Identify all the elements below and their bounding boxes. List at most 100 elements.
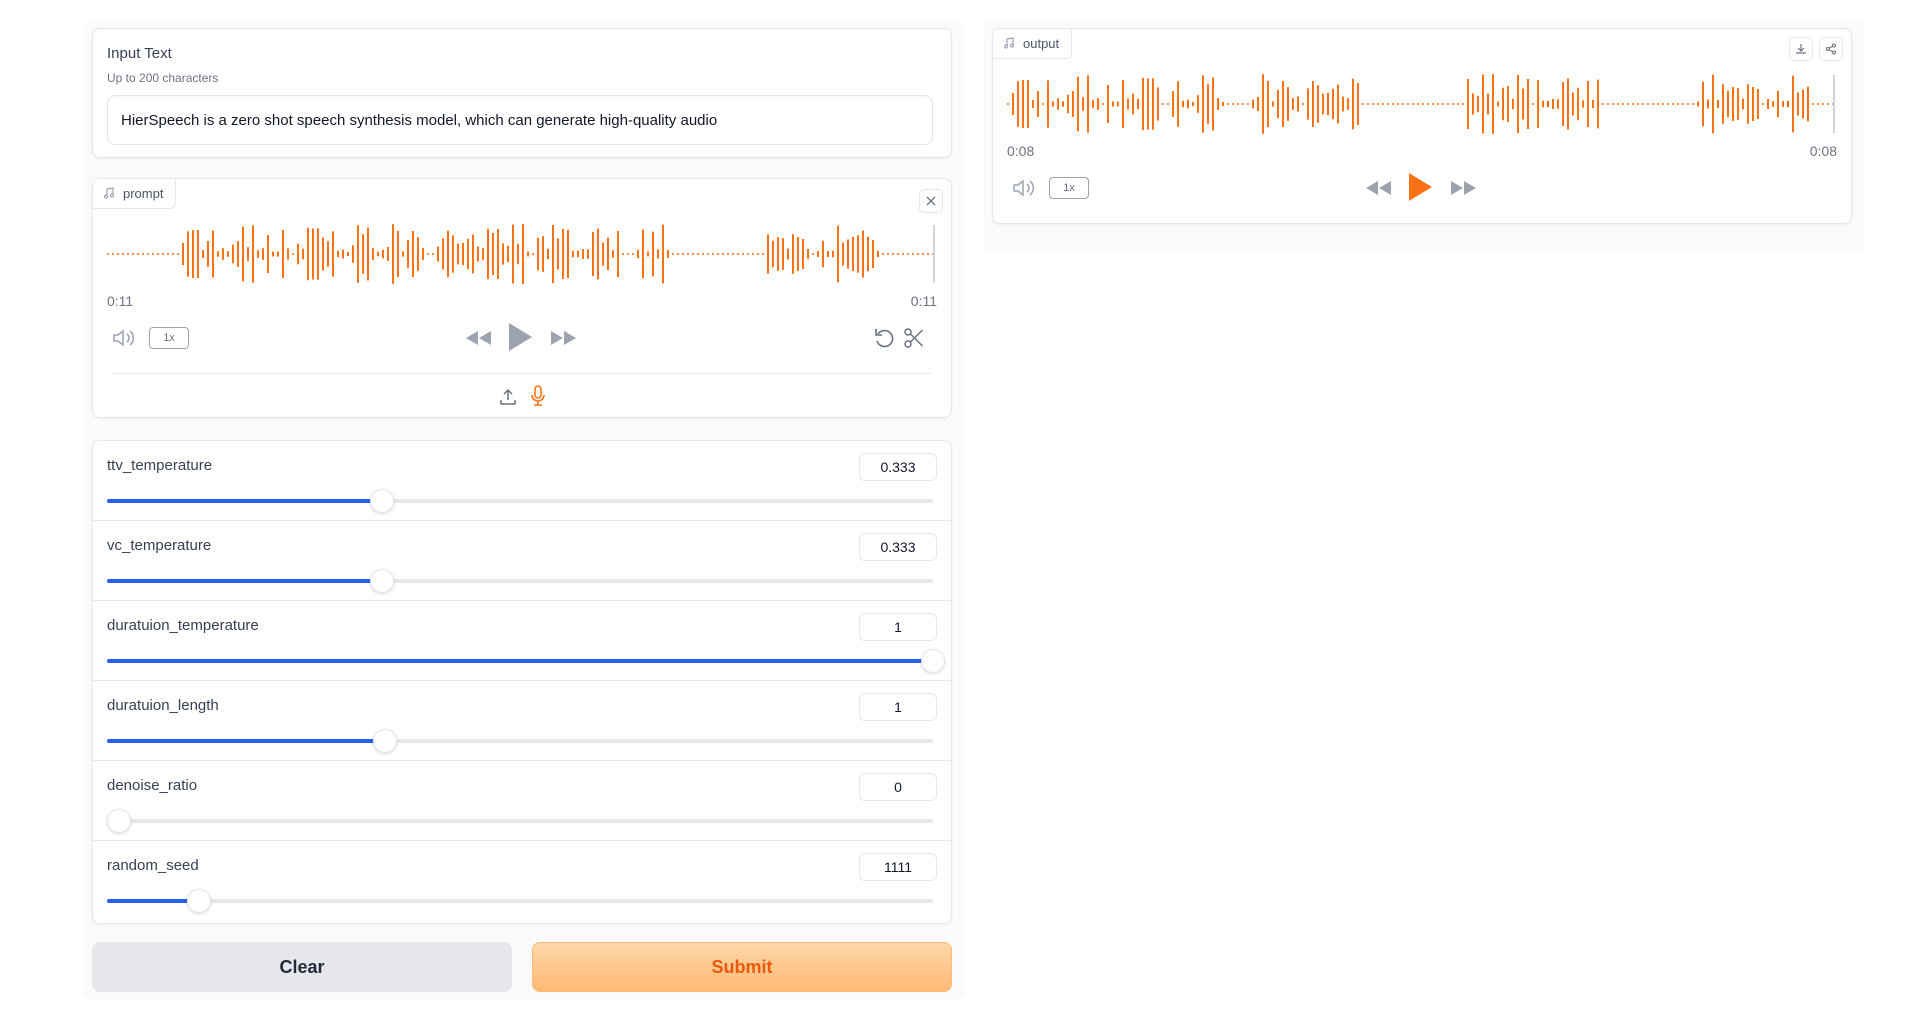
waveform-bar (1737, 88, 1739, 120)
waveform-bar (662, 224, 664, 284)
skip-backward-button[interactable] (463, 325, 493, 351)
waveform-bar (672, 253, 674, 255)
waveform-bar (1082, 97, 1084, 111)
waveform-bar (782, 238, 784, 270)
output-audio-block: output 0:08 0:08 1x (992, 28, 1852, 224)
waveform-bar (1702, 81, 1704, 127)
waveform-bar (892, 253, 894, 255)
waveform-bar (887, 253, 889, 255)
waveform-bar (607, 237, 609, 271)
slider-thumb[interactable] (921, 649, 945, 673)
waveform-bar (442, 238, 444, 270)
download-button[interactable] (1789, 37, 1813, 61)
waveform-bar (777, 237, 779, 271)
slider-track[interactable] (107, 809, 933, 833)
waveform-bar (862, 230, 864, 278)
slider-label: ttv_temperature (107, 457, 213, 474)
waveform-bar (202, 250, 204, 258)
close-icon (926, 196, 936, 206)
waveform-bar (1662, 103, 1664, 105)
skip-backward-button[interactable] (1363, 175, 1393, 201)
slider-thumb[interactable] (186, 889, 211, 913)
trim-audio-button[interactable] (901, 325, 927, 351)
waveform-bar (747, 253, 749, 255)
slider-number-input[interactable]: 1 (859, 693, 937, 721)
volume-button[interactable] (1011, 175, 1037, 201)
slider-thumb[interactable] (373, 729, 398, 753)
waveform-bar (1172, 91, 1174, 117)
prompt-speed-button[interactable]: 1x (149, 327, 189, 349)
slider-duration-length: duratuion_length 1 (93, 681, 951, 761)
waveform-bar (567, 229, 569, 279)
waveform-bar (1607, 103, 1609, 105)
skip-forward-button[interactable] (549, 325, 579, 351)
waveform-bar (1807, 86, 1809, 122)
waveform-bar (897, 253, 899, 255)
clear-button[interactable]: Clear (92, 942, 512, 992)
prompt-audio-block: prompt 0:11 0:11 1x (92, 178, 952, 418)
play-button[interactable] (1403, 169, 1437, 205)
slider-track[interactable] (107, 489, 933, 513)
skip-forward-button[interactable] (1449, 175, 1479, 201)
output-speed-button[interactable]: 1x (1049, 177, 1089, 199)
share-button[interactable] (1819, 37, 1843, 61)
waveform-bar (117, 253, 119, 255)
slider-number-input[interactable]: 0.333 (859, 453, 937, 481)
waveform-bar (1777, 90, 1779, 118)
microphone-button[interactable] (527, 383, 549, 409)
slider-denoise-ratio: denoise_ratio 0 (93, 761, 951, 841)
waveform-bar (317, 228, 319, 280)
slider-thumb[interactable] (370, 569, 395, 593)
slider-track[interactable] (107, 649, 945, 673)
slider-number-input[interactable]: 0.333 (859, 533, 937, 561)
waveform-bar (532, 253, 534, 255)
waveform-bar (262, 248, 264, 260)
waveform-bar (602, 242, 604, 266)
output-waveform[interactable] (1007, 69, 1837, 139)
waveform-bar (1042, 103, 1044, 105)
clear-audio-button[interactable] (919, 189, 943, 213)
waveform-bar (577, 250, 579, 258)
slider-track[interactable] (107, 729, 933, 753)
slider-track[interactable] (107, 569, 933, 593)
waveform-bar (1657, 103, 1659, 105)
waveform-bar (172, 253, 174, 255)
waveform-bar (1067, 94, 1069, 114)
upload-button[interactable] (497, 385, 519, 409)
play-button[interactable] (503, 319, 537, 355)
waveform-bar (1412, 103, 1414, 105)
scissors-icon (904, 328, 924, 348)
play-icon (1409, 173, 1432, 201)
waveform-bar (707, 253, 709, 255)
waveform-bar (832, 250, 834, 258)
slider-number-input[interactable]: 0 (859, 773, 937, 801)
slider-number-input[interactable]: 1 (859, 613, 937, 641)
waveform-bar (1727, 90, 1729, 118)
waveform-bar (1122, 80, 1124, 128)
waveform-bar (1432, 103, 1434, 105)
waveform-bar (337, 250, 339, 258)
slider-track[interactable] (107, 889, 933, 913)
prompt-label: prompt (123, 186, 164, 201)
input-text-field[interactable]: HierSpeech is a zero shot speech synthes… (107, 95, 933, 145)
waveform-bar (472, 234, 474, 274)
reset-audio-button[interactable] (871, 325, 897, 351)
waveform-bar (1792, 75, 1794, 133)
prompt-waveform[interactable] (107, 219, 937, 289)
waveform-bar (462, 242, 464, 266)
waveform-bar (1597, 79, 1599, 129)
slider-number-input[interactable]: 1111 (859, 853, 937, 881)
waveform-bar (1342, 96, 1344, 112)
volume-button[interactable] (111, 325, 137, 351)
waveform-bar (257, 250, 259, 258)
waveform-bar (1392, 103, 1394, 105)
volume-icon (113, 329, 135, 347)
waveform-bar (787, 248, 789, 260)
waveform-bar (697, 253, 699, 255)
waveform-bar (922, 253, 924, 255)
waveform-bar (177, 253, 179, 255)
slider-thumb[interactable] (370, 489, 395, 513)
slider-thumb[interactable] (107, 809, 131, 833)
slider-label: duratuion_temperature (107, 617, 259, 634)
submit-button[interactable]: Submit (532, 942, 952, 992)
